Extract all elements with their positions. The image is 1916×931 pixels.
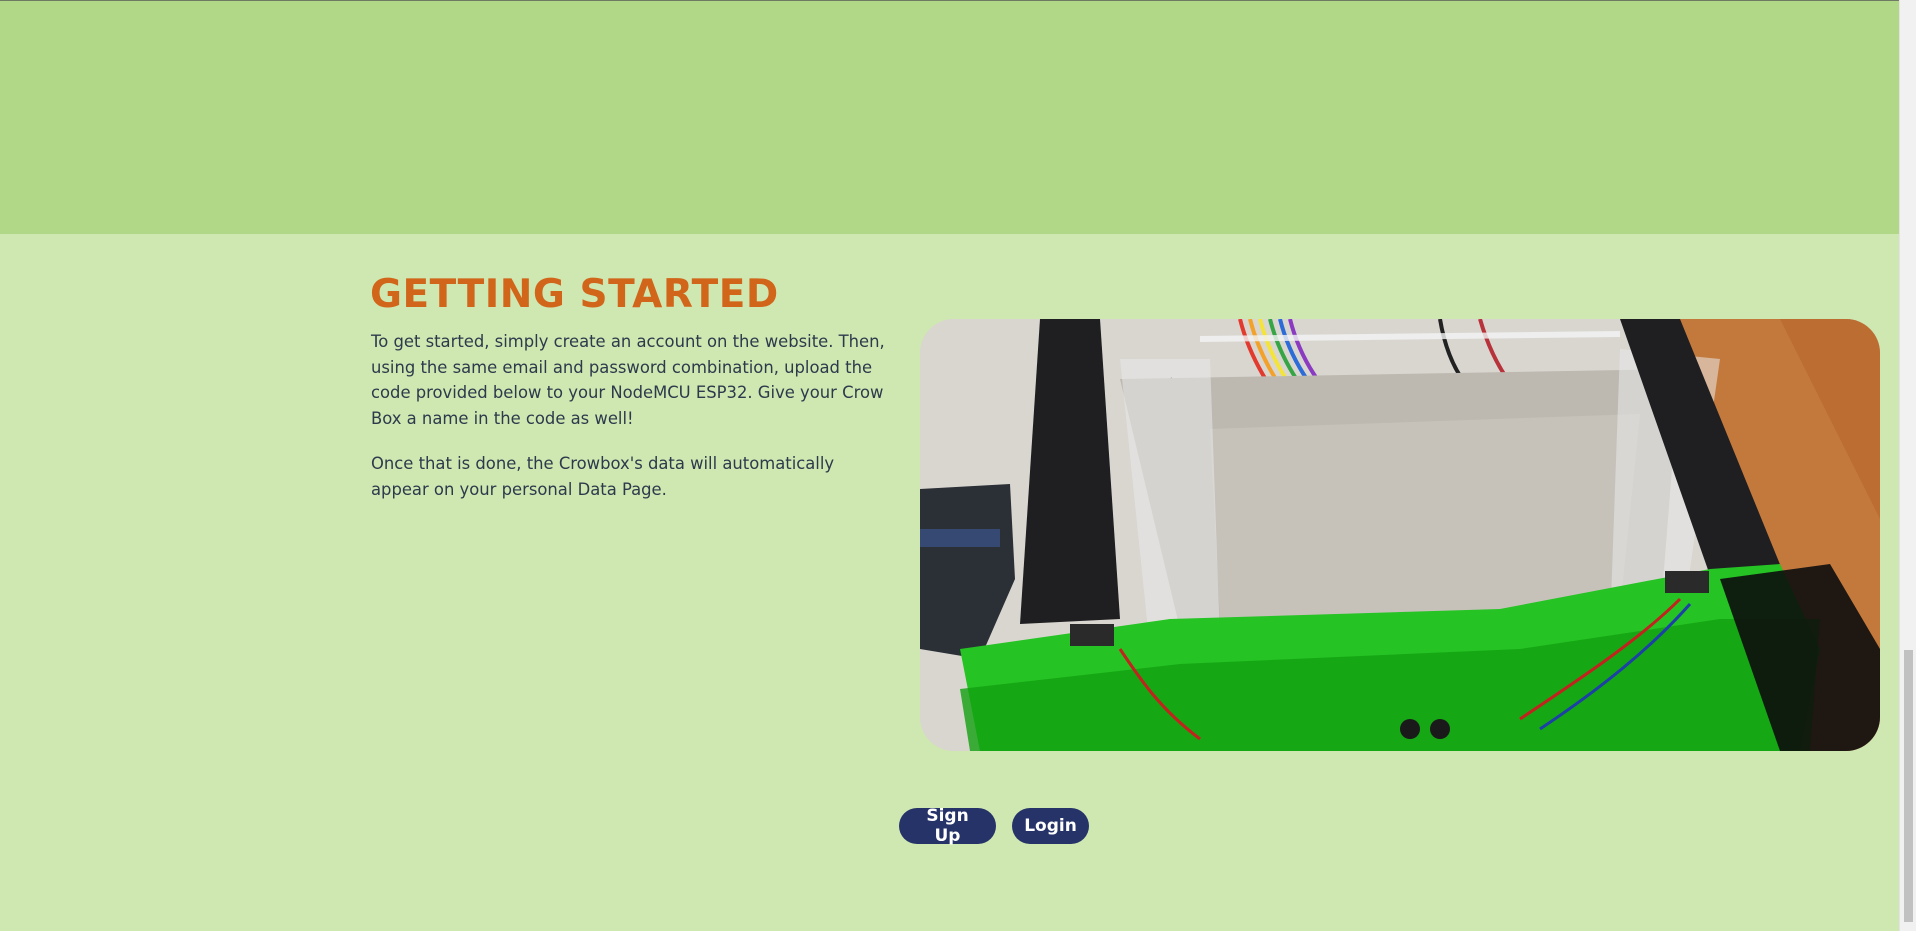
vertical-scrollbar[interactable] [1899,0,1916,931]
page: GETTING STARTED To get started, simply c… [0,0,1916,931]
section-heading: GETTING STARTED [370,272,779,317]
top-banner [0,0,1899,234]
login-button[interactable]: Login [1012,808,1089,844]
intro-paragraph-2: Once that is done, the Crowbox's data wi… [371,454,835,499]
scrollbar-thumb[interactable] [1904,650,1913,922]
intro-text: To get started, simply create an account… [371,329,891,522]
sign-up-button[interactable]: Sign Up [899,806,996,846]
crowbox-photo [920,319,1880,751]
getting-started-section: GETTING STARTED To get started, simply c… [0,234,1899,931]
auth-buttons: Sign Up Login [899,806,1089,846]
intro-paragraph-1: To get started, simply create an account… [371,332,885,428]
